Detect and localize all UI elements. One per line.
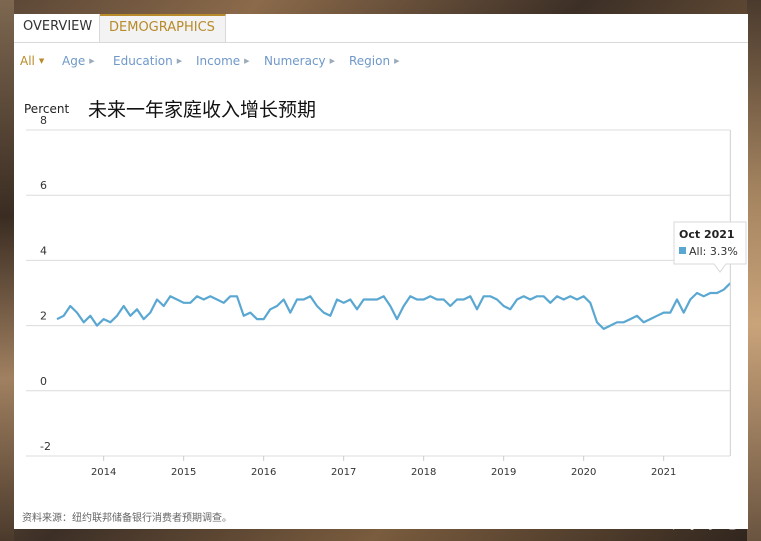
y-tick-label: 4	[40, 244, 47, 257]
y-axis-ticks: -2 0 2 4 6 8	[40, 114, 51, 453]
tooltip-legend-swatch	[679, 247, 686, 254]
source-note: 资料来源：纽约联邦储备银行消费者预期调查。	[22, 513, 232, 524]
x-tick-label: 2017	[331, 467, 356, 478]
series-line-all[interactable]	[56, 282, 732, 330]
y-tick-label: 8	[40, 114, 47, 127]
y-tick-label: 6	[40, 179, 47, 192]
chart-panel: OVERVIEW DEMOGRAPHICS All ▼ Age ▶ Educatio…	[14, 14, 748, 529]
y-tick-label: 0	[40, 375, 47, 388]
grid-lines	[26, 129, 730, 457]
x-tick-label: 2018	[411, 467, 436, 478]
x-tick-label: 2015	[171, 467, 196, 478]
background-left	[0, 0, 14, 541]
y-tick-label: 2	[40, 310, 47, 323]
tooltip: Oct 2021 All: 3.3%	[673, 221, 747, 273]
line-chart: -2 0 2 4 6 8 2014 2015 2016 2017 2018 2019 2020 2021…	[26, 114, 747, 478]
y-tick-label: -2	[40, 440, 51, 453]
x-axis-ticks: 2014 2015 2016 2017 2018 2019 2020 2021	[91, 456, 676, 478]
x-tick-label: 2021	[651, 467, 676, 478]
tooltip-title: Oct 2021	[679, 228, 735, 241]
x-tick-label: 2020	[571, 467, 596, 478]
x-tick-label: 2016	[251, 467, 276, 478]
background-right	[747, 0, 761, 541]
x-tick-label: 2014	[91, 467, 116, 478]
watermark-logo: 汇外网	[634, 496, 742, 536]
tooltip-value: All: 3.3%	[689, 245, 738, 258]
x-tick-label: 2019	[491, 467, 516, 478]
